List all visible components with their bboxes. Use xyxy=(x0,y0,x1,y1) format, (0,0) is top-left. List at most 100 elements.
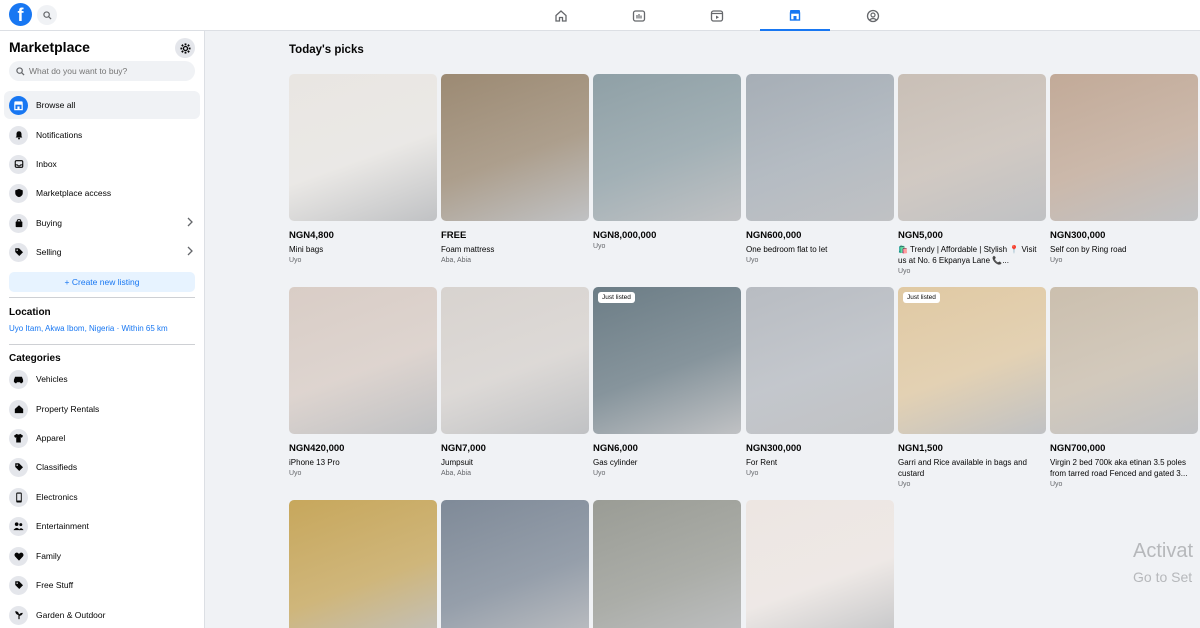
storefront-icon xyxy=(9,95,28,115)
category-family[interactable]: Family xyxy=(4,542,200,570)
listing-card[interactable]: NGN700,000 Virgin 2 bed 700k aka etinan 3… xyxy=(1050,287,1198,488)
settings-gear-icon[interactable] xyxy=(175,38,195,58)
plant-icon xyxy=(9,605,28,625)
listing-location: Uyo xyxy=(593,470,606,477)
sidebar-item-buying[interactable]: Buying xyxy=(4,209,200,237)
listing-photo[interactable] xyxy=(289,74,437,221)
shirt-icon xyxy=(9,428,28,448)
listing-location: Uyo xyxy=(1050,257,1063,264)
listing-photo[interactable] xyxy=(441,74,589,221)
categories-heading: Categories xyxy=(9,353,61,364)
listing-card[interactable]: NGN4,800 Mini bags Uyo xyxy=(289,74,437,264)
listing-location: Uyo xyxy=(746,257,759,264)
listing-card[interactable]: Just listed NGN1,500 Garri and Rice availa… xyxy=(898,287,1046,488)
listing-card[interactable] xyxy=(441,500,589,628)
listing-location: Uyo xyxy=(1050,481,1063,488)
listing-photo[interactable] xyxy=(441,500,589,628)
listing-photo[interactable] xyxy=(746,74,894,221)
facebook-logo-icon[interactable]: f xyxy=(9,3,32,26)
listing-card[interactable]: NGN300,000 Self con by Ring road Uyo xyxy=(1050,74,1198,264)
listing-photo[interactable] xyxy=(593,74,741,221)
heart-icon xyxy=(9,546,28,566)
location-heading: Location xyxy=(9,307,51,318)
top-navigation-bar: f xyxy=(0,0,1200,31)
listing-price: NGN6,000 xyxy=(593,443,638,454)
category-garden-outdoor[interactable]: Garden & Outdoor xyxy=(4,601,200,628)
category-classifieds[interactable]: Classifieds xyxy=(4,453,200,481)
location-value-link[interactable]: Uyo Itam, Akwa Ibom, Nigeria · Within 65… xyxy=(9,324,168,333)
listing-card[interactable]: NGN600,000 One bedroom flat to let Uyo xyxy=(746,74,894,264)
listing-card[interactable]: FREE Foam mattress Aba, Abia xyxy=(441,74,589,264)
listing-title: Self con by Ring road xyxy=(1050,245,1127,254)
listing-card[interactable]: NGN300,000 For Rent Uyo xyxy=(746,287,894,477)
listing-price: NGN600,000 xyxy=(746,230,802,241)
listing-card[interactable] xyxy=(746,500,894,628)
house-icon xyxy=(9,399,28,419)
category-apparel[interactable]: Apparel xyxy=(4,424,200,452)
category-entertainment[interactable]: Entertainment xyxy=(4,512,200,540)
nav-reels-tab[interactable] xyxy=(682,0,752,31)
listing-photo[interactable] xyxy=(1050,287,1198,434)
phone-icon xyxy=(9,487,28,507)
category-free-stuff[interactable]: Free Stuff xyxy=(4,571,200,599)
sidebar-item-notifications[interactable]: Notifications xyxy=(4,121,200,149)
listing-card[interactable]: Just listed NGN6,000 Gas cylinder Uyo xyxy=(593,287,741,477)
listing-title: Virgin 2 bed 700k aka etinan 3.5 poles f… xyxy=(1050,458,1188,478)
listing-location: Uyo xyxy=(898,268,911,275)
nav-home-tab[interactable] xyxy=(526,0,596,31)
marketplace-search-input[interactable] xyxy=(29,66,189,76)
listing-price: NGN4,800 xyxy=(289,230,334,241)
listing-photo[interactable] xyxy=(746,500,894,628)
bag-icon xyxy=(9,213,28,233)
nav-groups-tab[interactable] xyxy=(838,0,908,31)
category-label: Entertainment xyxy=(36,521,89,531)
page-title: Today's picks xyxy=(289,44,364,56)
sidebar-item-marketplace-access[interactable]: Marketplace access xyxy=(4,179,200,207)
listing-photo[interactable] xyxy=(289,500,437,628)
listing-card[interactable]: NGN5,000 🛍️ Trendy | Affordable | Stylish… xyxy=(898,74,1046,275)
category-label: Property Rentals xyxy=(36,404,100,414)
sidebar-item-label: Buying xyxy=(36,218,62,228)
listing-card[interactable]: NGN420,000 iPhone 13 Pro Uyo xyxy=(289,287,437,477)
groups-icon xyxy=(866,9,880,22)
search-icon[interactable] xyxy=(37,5,57,25)
sidebar-item-selling[interactable]: Selling xyxy=(4,238,200,266)
category-label: Electronics xyxy=(36,492,78,502)
category-vehicles[interactable]: Vehicles xyxy=(4,365,200,393)
listing-price: FREE xyxy=(441,230,467,241)
listing-card[interactable]: NGN8,000,000 Uyo xyxy=(593,74,741,250)
listing-title: For Rent xyxy=(746,458,778,467)
category-property-rentals[interactable]: Property Rentals xyxy=(4,395,200,423)
listing-photo[interactable] xyxy=(289,287,437,434)
listing-photo[interactable] xyxy=(746,287,894,434)
listing-title: Mini bags xyxy=(289,245,324,254)
listing-price: NGN1,500 xyxy=(898,443,943,454)
home-icon xyxy=(555,9,567,22)
listing-photo[interactable] xyxy=(593,500,741,628)
sidebar-item-browse-all[interactable]: Browse all xyxy=(4,91,200,119)
category-label: Apparel xyxy=(36,433,66,443)
listing-photo[interactable]: Just listed xyxy=(593,287,741,434)
category-electronics[interactable]: Electronics xyxy=(4,483,200,511)
chevron-right-icon xyxy=(187,246,193,256)
listing-location: Uyo xyxy=(593,243,606,250)
listing-photo[interactable] xyxy=(898,74,1046,221)
car-icon xyxy=(9,369,28,389)
nav-marketplace-tab[interactable] xyxy=(760,0,830,31)
sidebar-item-inbox[interactable]: Inbox xyxy=(4,150,200,178)
listing-photo[interactable]: Just listed xyxy=(898,287,1046,434)
video-icon xyxy=(632,9,646,22)
listing-card[interactable] xyxy=(289,500,437,628)
divider xyxy=(9,344,195,345)
listing-photo[interactable] xyxy=(441,287,589,434)
listing-price: NGN5,000 xyxy=(898,230,943,241)
marketplace-icon xyxy=(789,9,801,21)
create-new-listing-button[interactable]: + Create new listing xyxy=(9,272,195,292)
marketplace-search-field[interactable] xyxy=(9,61,195,81)
listing-photo[interactable] xyxy=(1050,74,1198,221)
listing-card[interactable]: NGN7,000 Jumpsuit Aba, Abia xyxy=(441,287,589,477)
search-icon xyxy=(16,66,25,76)
listing-card[interactable] xyxy=(593,500,741,628)
just-listed-badge: Just listed xyxy=(903,292,940,303)
nav-watch-tab[interactable] xyxy=(604,0,674,31)
